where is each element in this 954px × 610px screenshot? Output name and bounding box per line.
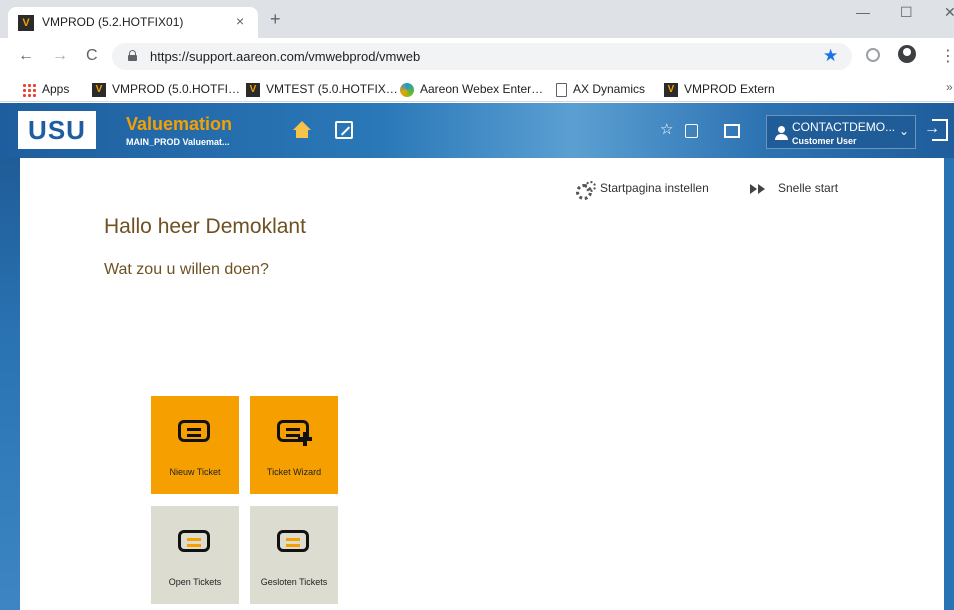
page-icon (556, 82, 567, 97)
tile-label: Gesloten Tickets (260, 577, 328, 587)
window-maximize-button[interactable]: ☐ (900, 4, 913, 21)
address-bar[interactable]: https://support.aareon.com/vmwebprod/vmw… (112, 43, 852, 70)
edit-icon[interactable] (335, 121, 353, 139)
valuemation-favicon-icon: V (18, 15, 34, 31)
tab-close-icon[interactable]: × (236, 13, 244, 29)
account-icon[interactable] (898, 45, 916, 63)
user-avatar-icon (775, 126, 788, 140)
startpage-settings-link[interactable]: Startpagina instellen (576, 180, 709, 200)
quick-start-link[interactable]: Snelle start (750, 180, 838, 196)
window-close-button[interactable]: ✕ (944, 4, 954, 21)
bookmark-label: AX Dynamics (573, 82, 646, 96)
app-subtitle: MAIN_PROD Valuemat... (126, 137, 230, 147)
url-text[interactable]: https://support.aareon.com/vmwebprod/vmw… (150, 49, 420, 64)
bookmark-apps[interactable]: Apps (22, 80, 69, 98)
bookmark-vmprod[interactable]: V VMPROD (5.0.HOTFI… (92, 80, 240, 98)
usu-logo: USU (18, 111, 96, 149)
home-icon[interactable] (293, 121, 311, 139)
forward-arrow-icon[interactable]: → (52, 47, 68, 65)
main-content: Startpagina instellen Snelle start Hallo… (20, 158, 944, 610)
bookmark-label: Apps (42, 82, 70, 96)
browser-toolbar: ← → C https://support.aareon.com/vmwebpr… (0, 38, 954, 75)
valuemation-icon: V (664, 82, 678, 97)
valuemation-icon: V (92, 82, 106, 97)
page-viewport: USU Valuemation MAIN_PROD Valuemat... ☆ … (0, 103, 954, 610)
greeting-heading: Hallo heer Demoklant (104, 215, 306, 238)
app-title: Valuemation (126, 114, 233, 134)
bookmark-star-icon[interactable]: ★ (823, 46, 838, 66)
apps-grid-icon (22, 82, 36, 97)
bookmark-webex[interactable]: Aareon Webex Enter… (400, 80, 543, 98)
tile-label: Nieuw Ticket (169, 467, 221, 477)
tile-label: Open Tickets (168, 577, 222, 587)
lock-icon[interactable] (128, 50, 137, 61)
tile-label: Ticket Wizard (266, 467, 322, 477)
valuemation-icon: V (246, 82, 260, 97)
plus-icon (298, 432, 312, 446)
open-tickets-tile[interactable]: Open Tickets (151, 506, 239, 604)
prompt-question: Wat zou u willen doen? (104, 261, 269, 278)
new-tab-button[interactable]: + (270, 10, 281, 28)
bookmark-label: Aareon Webex Enter… (420, 82, 544, 96)
logo-text: USU (28, 115, 86, 145)
extension-icon[interactable] (866, 48, 880, 62)
quick-start-label: Snelle start (778, 181, 839, 195)
ticket-icon (178, 530, 210, 552)
startpage-settings-label: Startpagina instellen (600, 181, 709, 195)
fast-forward-icon (750, 183, 768, 194)
bookmark-label: VMPROD Extern (684, 82, 775, 96)
reload-icon[interactable]: C (86, 47, 98, 65)
new-ticket-tile[interactable]: Nieuw Ticket (151, 396, 239, 494)
browser-menu-icon[interactable]: ⋮ (940, 46, 954, 66)
user-role: Customer User (792, 136, 857, 146)
tab-title: VMPROD (5.2.HOTFIX01) (42, 15, 184, 29)
browser-tab-strip: V VMPROD (5.2.HOTFIX01) × + — ☐ ✕ (0, 0, 954, 38)
logout-icon[interactable] (924, 119, 948, 141)
right-background (944, 158, 954, 610)
webex-icon (400, 82, 414, 97)
newspaper-icon[interactable] (724, 124, 740, 138)
bookmark-label: VMPROD (5.0.HOTFI… (112, 82, 241, 96)
window-minimize-button[interactable]: — (856, 4, 870, 20)
bookmark-ax-dynamics[interactable]: AX Dynamics (556, 80, 645, 98)
list-icon[interactable] (685, 124, 698, 138)
left-background (0, 158, 20, 610)
chevron-down-icon: ⌄ (899, 124, 910, 138)
gears-icon (576, 180, 596, 200)
ticket-wizard-tile[interactable]: Ticket Wizard (250, 396, 338, 494)
bookmark-vmtest[interactable]: V VMTEST (5.0.HOTFIX… (246, 80, 398, 98)
browser-tab[interactable]: V VMPROD (5.2.HOTFIX01) × (8, 7, 258, 38)
user-name: CONTACTDEMO... (792, 120, 896, 134)
favorites-star-icon[interactable]: ☆ (660, 121, 673, 139)
closed-tickets-tile[interactable]: Gesloten Tickets (250, 506, 338, 604)
user-menu[interactable]: CONTACTDEMO... Customer User ⌄ (766, 115, 916, 149)
bookmark-vmprod-extern[interactable]: V VMPROD Extern (664, 80, 775, 98)
back-arrow-icon[interactable]: ← (18, 47, 34, 65)
bookmarks-bar: Apps V VMPROD (5.0.HOTFI… V VMTEST (5.0.HO… (0, 75, 954, 102)
bookmarks-overflow-icon[interactable]: » (946, 80, 953, 94)
bookmark-label: VMTEST (5.0.HOTFIX… (266, 82, 398, 96)
ticket-icon (277, 530, 309, 552)
app-header: USU Valuemation MAIN_PROD Valuemat... ☆ … (0, 103, 954, 158)
ticket-icon (178, 420, 210, 442)
